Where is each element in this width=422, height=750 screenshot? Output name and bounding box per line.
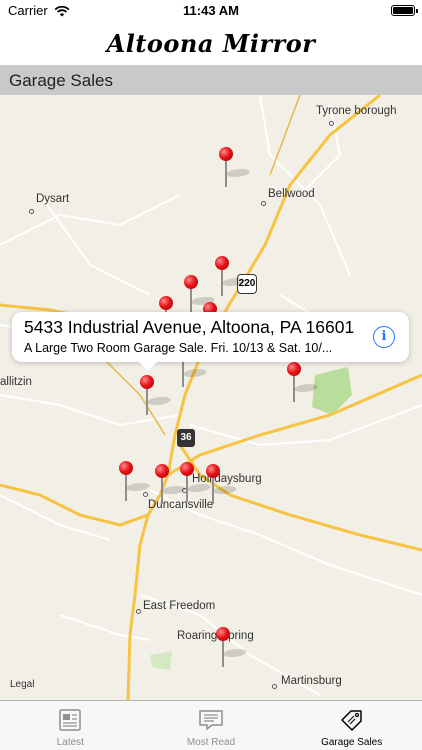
map-label-dysart: Dysart <box>36 193 70 205</box>
section-header: Garage Sales <box>0 65 422 95</box>
app-logo: Altoona Mirror <box>106 29 316 58</box>
status-bar: Carrier 11:43 AM <box>0 0 422 22</box>
callout-description: A Large Two Room Garage Sale. Fri. 10/13… <box>24 341 333 355</box>
town-dot <box>261 201 266 206</box>
garage-sale-pin[interactable] <box>184 275 218 315</box>
map-label-martinsburg: Martinsburg <box>281 675 342 687</box>
map-label-east-freedom: East Freedom <box>143 600 216 612</box>
tab-latest[interactable]: Latest <box>0 701 141 750</box>
route-36-shield: 36 <box>177 429 195 447</box>
callout-address: 5433 Industrial Avenue, Altoona, PA 1660… <box>24 317 355 337</box>
garage-sale-pin[interactable] <box>180 462 214 502</box>
town-dot <box>272 684 277 689</box>
garage-sales-map[interactable]: Tyrone borough Dysart Bellwood allitzin … <box>0 95 422 700</box>
garage-sale-pin[interactable] <box>206 464 240 504</box>
garage-sale-pin[interactable] <box>215 256 249 296</box>
tab-bar: Latest Most Read Garage Sales <box>0 700 422 750</box>
tab-most-read-label: Most Read <box>186 737 236 748</box>
message-icon <box>199 710 223 730</box>
battery-icon <box>391 5 418 16</box>
tag-icon <box>340 710 362 731</box>
garage-sale-pin[interactable] <box>155 464 189 504</box>
map-label-bellwood: Bellwood <box>268 188 315 200</box>
tab-latest-label: Latest <box>56 737 84 748</box>
info-icon[interactable]: i <box>373 326 395 348</box>
town-dot <box>143 492 148 497</box>
garage-sale-pin[interactable] <box>119 461 153 501</box>
garage-sale-pin[interactable] <box>140 375 174 415</box>
tab-most-read[interactable]: Most Read <box>141 701 282 750</box>
map-label-tyrone: Tyrone borough <box>316 105 397 117</box>
newspaper-icon <box>59 709 82 731</box>
status-time: 11:43 AM <box>183 3 239 18</box>
garage-sale-pin[interactable] <box>287 362 321 402</box>
town-dot <box>329 121 334 126</box>
town-dot <box>29 209 34 214</box>
garage-sale-pin[interactable] <box>219 147 253 187</box>
park-area <box>150 651 172 670</box>
garage-sale-pin[interactable] <box>216 627 250 667</box>
masthead: Altoona Mirror <box>0 22 422 65</box>
tab-garage-sales[interactable]: Garage Sales <box>281 701 422 750</box>
map-legal-link[interactable]: Legal <box>10 679 34 690</box>
pin-callout[interactable]: 5433 Industrial Avenue, Altoona, PA 1660… <box>12 312 409 371</box>
tab-garage-sales-label: Garage Sales <box>321 737 383 748</box>
town-dot <box>136 609 141 614</box>
map-label-gallitzin: allitzin <box>0 376 32 388</box>
section-title: Garage Sales <box>9 71 113 90</box>
